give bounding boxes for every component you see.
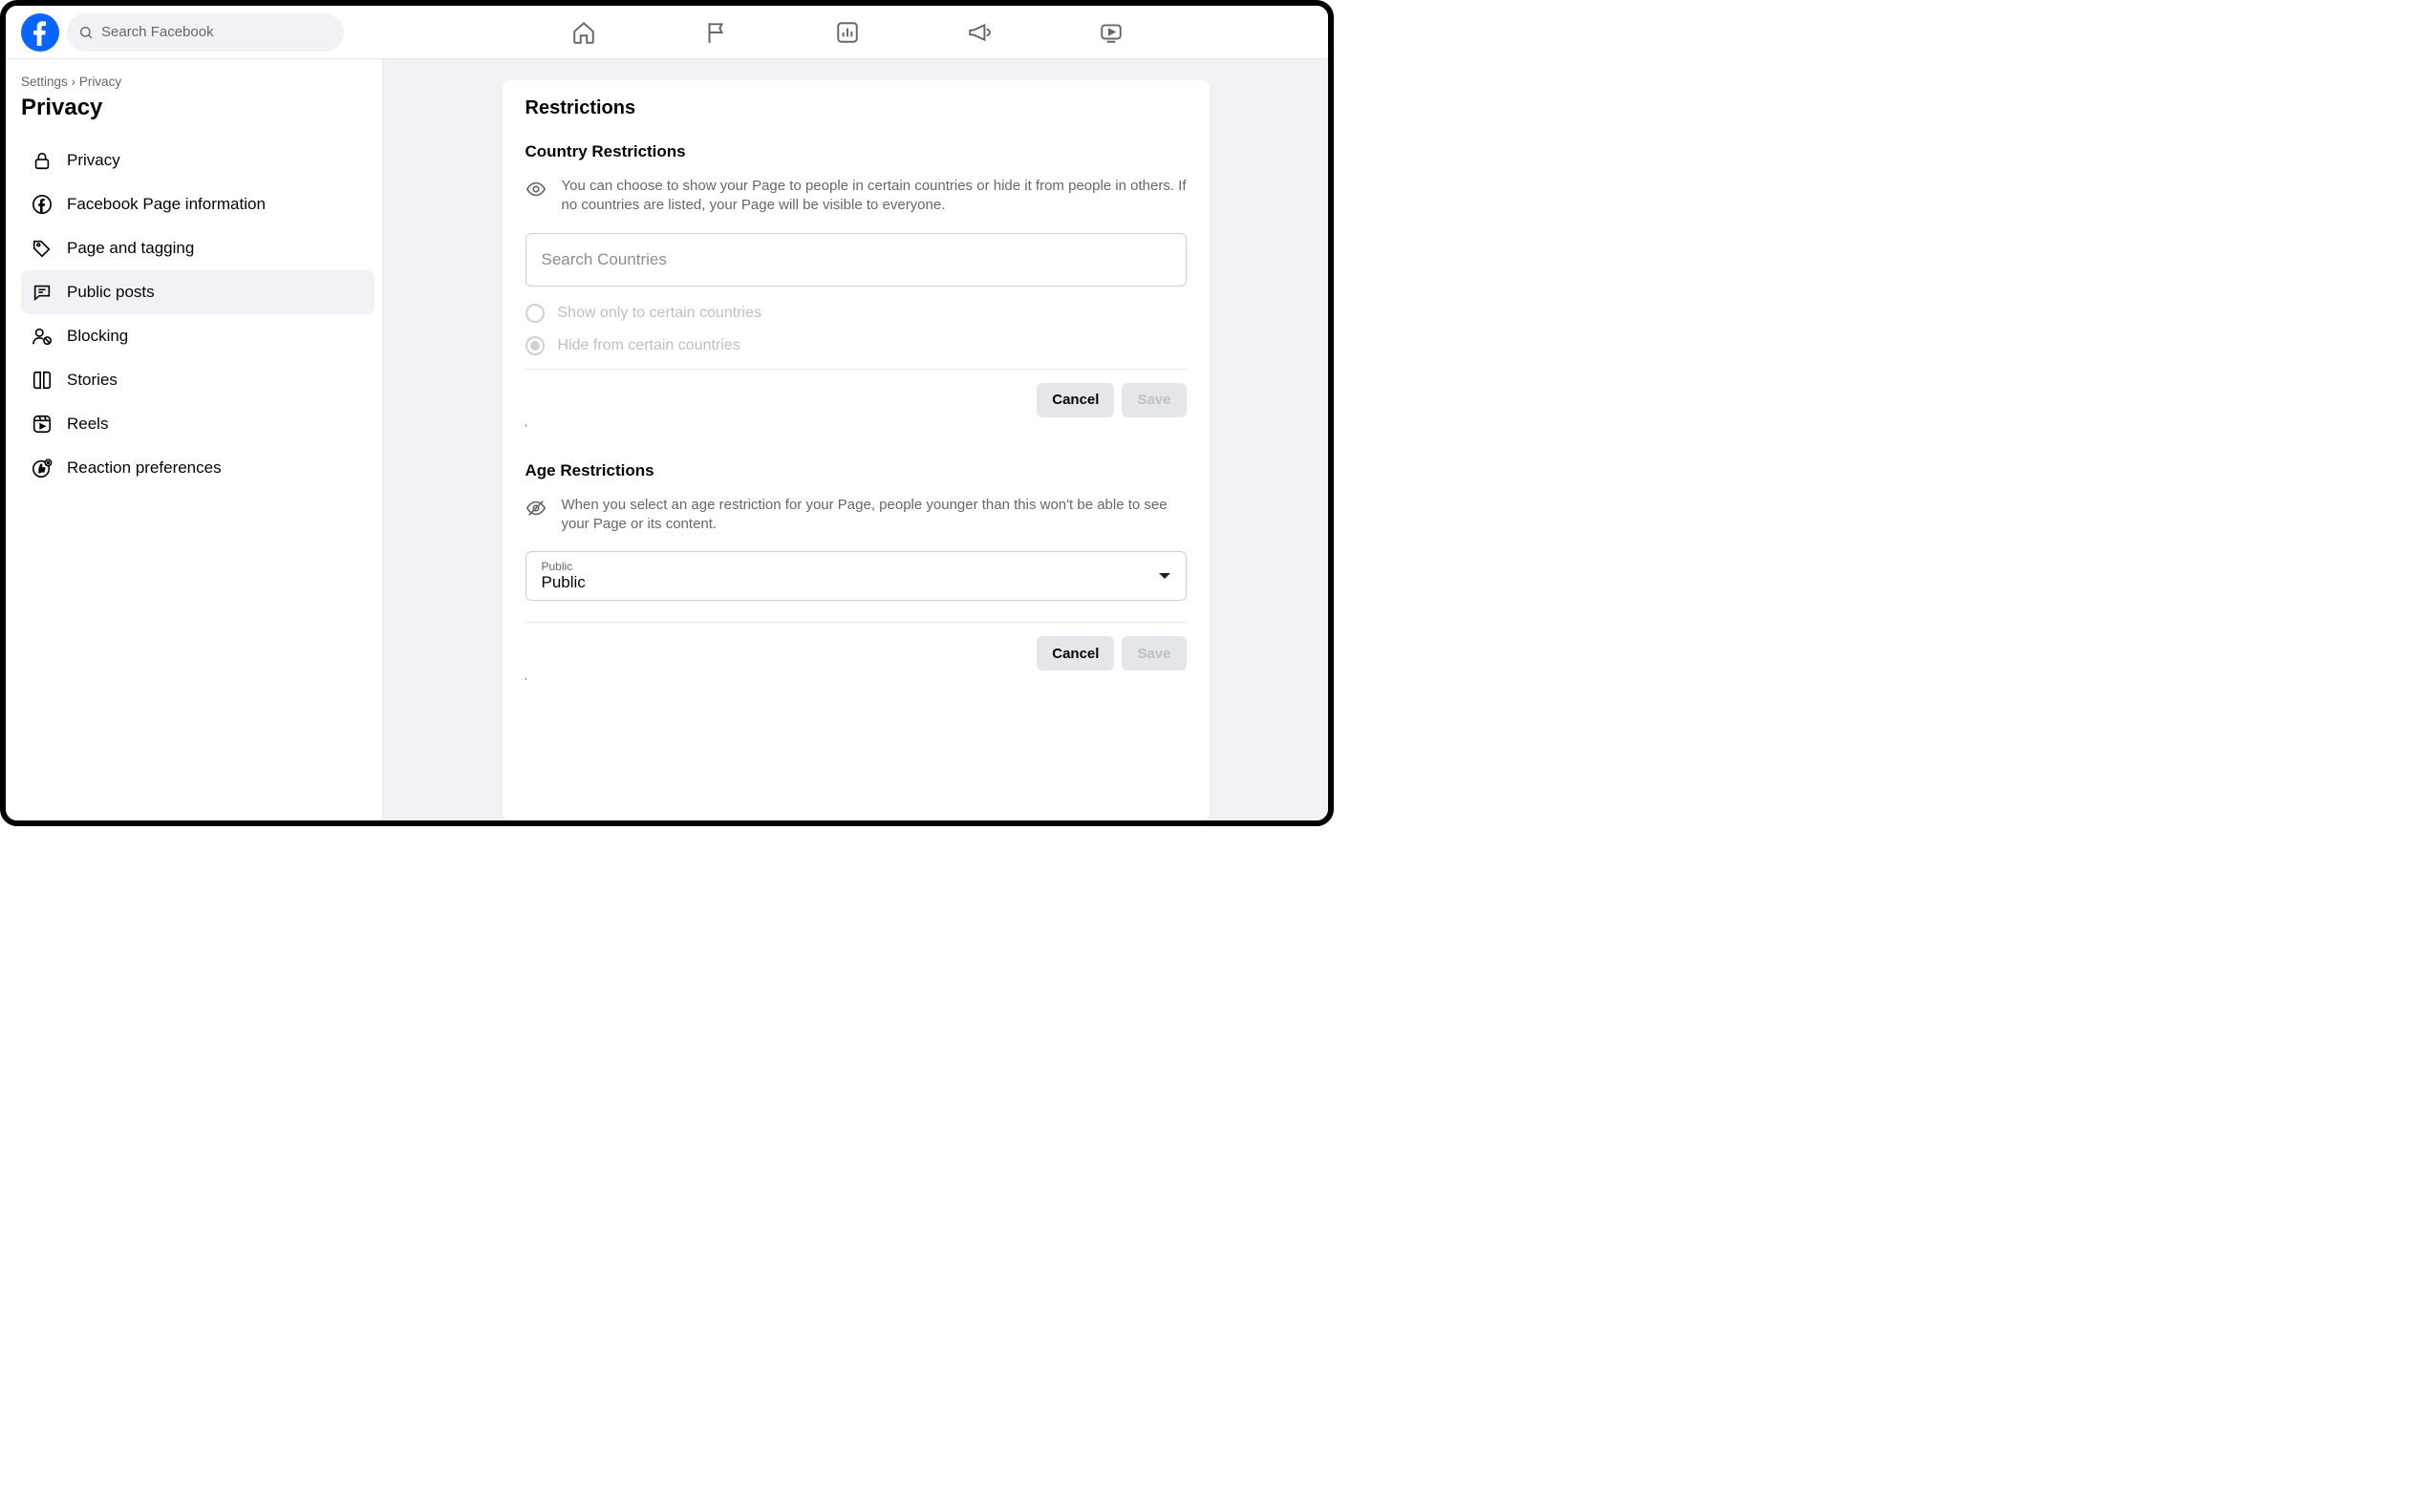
card-title: Restrictions [525,97,1187,119]
restrictions-card: Restrictions Country Restrictions You ca… [503,80,1210,820]
lock-icon [31,149,54,172]
breadcrumb: Settings › Privacy [21,75,375,89]
nav-flag[interactable] [654,8,778,57]
sidebar-item-label: Privacy [67,151,120,170]
radio-label: Show only to certain countries [558,305,761,322]
country-save-button[interactable]: Save [1122,383,1186,417]
nav-insights[interactable] [785,8,910,57]
home-icon [571,20,596,45]
sidebar-item-label: Reaction preferences [67,458,222,478]
sidebar-item-page-tagging[interactable]: Page and tagging [21,226,375,270]
blocking-icon [31,325,54,348]
megaphone-icon [967,20,992,45]
sidebar-item-public-posts[interactable]: Public posts [21,270,375,314]
radio-hide-from[interactable]: Hide from certain countries [525,336,1187,355]
sidebar-item-label: Reels [67,415,108,434]
main-content: Restrictions Country Restrictions You ca… [383,59,1328,820]
video-icon [1099,20,1124,45]
eye-icon [525,177,547,216]
page-title: Privacy [21,95,375,121]
radio-label: Hide from certain countries [558,337,740,354]
chevron-down-icon [1159,573,1170,579]
radio-icon [525,304,545,323]
like-gear-icon [31,457,54,479]
sidebar-item-privacy[interactable]: Privacy [21,138,375,182]
book-icon [31,369,54,392]
sidebar: Settings › Privacy Privacy Privacy Faceb… [6,59,383,820]
sidebar-item-label: Public posts [67,283,155,302]
country-cancel-button[interactable]: Cancel [1037,383,1114,417]
insights-icon [835,20,860,45]
nav-ads[interactable] [917,8,1041,57]
chat-icon [31,281,54,304]
breadcrumb-root[interactable]: Settings [21,75,68,89]
search-countries-input[interactable] [525,233,1187,287]
search-icon [78,25,94,40]
sidebar-item-label: Stories [67,371,118,390]
age-restrictions-desc: When you select an age restriction for y… [562,496,1187,535]
country-restrictions-heading: Country Restrictions [525,142,1187,161]
select-value: Public [542,573,586,591]
age-select[interactable]: Public Public [525,551,1187,601]
divider [525,622,1187,623]
age-restrictions-heading: Age Restrictions [525,461,1187,480]
sidebar-item-page-info[interactable]: Facebook Page information [21,182,375,226]
eye-off-icon [525,496,547,535]
reels-icon [31,413,54,436]
sidebar-item-label: Facebook Page information [67,195,266,214]
nav-home[interactable] [522,8,646,57]
breadcrumb-sep: › [72,75,76,89]
radio-show-only[interactable]: Show only to certain countries [525,304,1187,323]
facebook-circle-icon [31,193,54,216]
flag-icon [703,20,728,45]
select-label: Public [542,560,586,573]
tick-mark: ' [525,423,1187,435]
divider [525,369,1187,370]
sidebar-item-blocking[interactable]: Blocking [21,314,375,358]
facebook-logo[interactable] [21,13,59,52]
sidebar-item-reels[interactable]: Reels [21,402,375,446]
sidebar-item-reaction-prefs[interactable]: Reaction preferences [21,446,375,490]
tick-mark: ' [525,676,1187,688]
breadcrumb-current: Privacy [79,75,121,89]
sidebar-item-label: Blocking [67,327,128,346]
tag-icon [31,237,54,260]
top-navigation [6,6,1328,59]
sidebar-item-stories[interactable]: Stories [21,358,375,402]
country-restrictions-desc: You can choose to show your Page to peop… [562,177,1187,216]
sidebar-item-label: Page and tagging [67,239,194,258]
nav-video[interactable] [1049,8,1173,57]
age-save-button[interactable]: Save [1122,636,1186,671]
radio-icon [525,336,545,355]
age-cancel-button[interactable]: Cancel [1037,636,1114,671]
search-container[interactable] [67,13,344,52]
search-input[interactable] [101,24,332,40]
